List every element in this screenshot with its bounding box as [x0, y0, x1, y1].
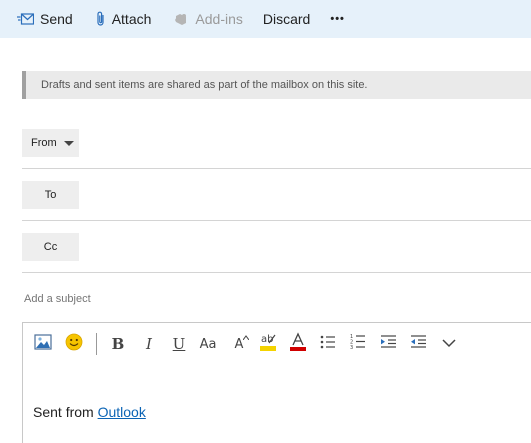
font-color-icon	[289, 331, 307, 357]
addins-label: Add-ins	[195, 11, 243, 27]
bullets-button[interactable]	[316, 332, 340, 356]
underline-button[interactable]: U	[167, 332, 191, 356]
increase-indent-button[interactable]	[376, 332, 400, 356]
formatting-toolbar: B I U Aa A ab 1 2 3	[23, 323, 531, 365]
chevron-down-icon	[63, 140, 74, 146]
send-button[interactable]: Send	[17, 0, 73, 38]
to-button[interactable]: To	[22, 181, 79, 209]
puzzle-icon	[173, 11, 189, 27]
attach-button[interactable]: Attach	[96, 0, 152, 38]
addins-button[interactable]: Add-ins	[173, 0, 243, 38]
grow-font-icon: A	[234, 335, 250, 353]
info-banner: Drafts and sent items are shared as part…	[22, 71, 531, 99]
insert-emoji-button[interactable]	[62, 332, 86, 356]
subject-input[interactable]	[22, 287, 531, 311]
compose-window: Send Attach Add-ins Discard ••• Drafts a…	[0, 0, 531, 443]
from-label: From	[31, 137, 57, 149]
discard-button[interactable]: Discard	[263, 0, 310, 38]
from-row: From	[22, 117, 531, 169]
svg-text:3: 3	[350, 345, 353, 350]
message-body[interactable]: Sent from Outlook	[33, 404, 146, 420]
smiley-icon	[65, 333, 83, 356]
grow-font-glyph: A	[234, 337, 244, 352]
highlighter-icon: ab	[259, 332, 277, 357]
cc-button[interactable]: Cc	[22, 233, 79, 261]
more-formatting-button[interactable]	[437, 332, 461, 356]
paperclip-icon	[96, 11, 106, 27]
toolbar-divider	[96, 333, 97, 355]
cc-label: Cc	[43, 241, 58, 253]
to-label: To	[44, 189, 57, 201]
from-button[interactable]: From	[22, 129, 79, 157]
numbering-button[interactable]: 123	[346, 332, 370, 356]
font-color-button[interactable]	[286, 331, 310, 357]
message-editor[interactable]: B I U Aa A ab 1 2 3 Sent from Outlook	[22, 322, 531, 443]
numbered-list-icon: 123	[350, 333, 366, 355]
italic-button[interactable]: I	[137, 332, 161, 356]
picture-icon	[34, 333, 52, 355]
command-bar: Send Attach Add-ins Discard •••	[0, 0, 531, 38]
decrease-indent-button[interactable]	[406, 332, 430, 356]
send-label: Send	[40, 11, 73, 27]
font-size-button[interactable]: Aa	[196, 332, 220, 356]
increase-indent-icon	[380, 334, 397, 354]
outlook-link[interactable]: Outlook	[98, 404, 146, 420]
signature-prefix: Sent from	[33, 404, 98, 420]
bold-icon: B	[111, 335, 125, 353]
to-row[interactable]: To	[22, 169, 531, 221]
insert-picture-button[interactable]	[31, 332, 55, 356]
info-banner-text: Drafts and sent items are shared as part…	[41, 79, 368, 91]
decrease-indent-icon	[410, 334, 427, 354]
underline-icon: U	[172, 335, 186, 353]
discard-label: Discard	[262, 11, 311, 27]
more-options-button[interactable]: •••	[330, 0, 345, 38]
chevron-down-icon	[442, 335, 456, 353]
grow-font-button[interactable]: A	[227, 332, 251, 356]
send-icon	[17, 13, 34, 25]
attach-label: Attach	[111, 11, 152, 27]
italic-icon: I	[146, 335, 152, 353]
bullet-list-icon	[320, 334, 336, 355]
more-icon: •••	[330, 13, 345, 25]
cc-row[interactable]: Cc	[22, 221, 531, 273]
bold-button[interactable]: B	[106, 332, 130, 356]
highlight-button[interactable]: ab	[256, 332, 280, 356]
font-size-icon: Aa	[199, 336, 217, 352]
